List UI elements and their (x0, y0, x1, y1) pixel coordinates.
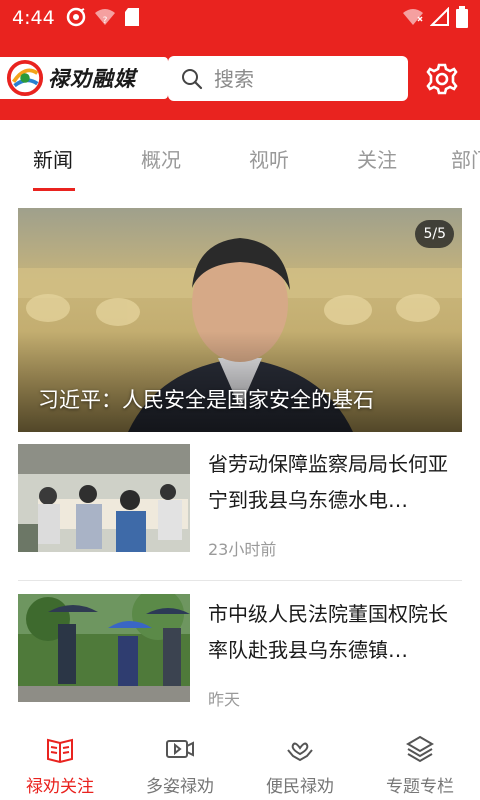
news-time: 23小时前 (208, 540, 277, 559)
active-tab-indicator (33, 188, 75, 191)
nav-item-convenience-luquan[interactable]: 便民禄劝 (240, 724, 360, 800)
bottom-navigation: 禄劝关注 多姿禄劝 便民禄劝 专题专栏 (0, 724, 480, 800)
nav-label: 专题专栏 (386, 777, 454, 797)
nav-item-luquan-focus[interactable]: 禄劝关注 (0, 724, 120, 800)
heart-hands-icon (287, 742, 313, 762)
tab-departments[interactable]: 部门 (451, 144, 480, 173)
search-icon (182, 68, 203, 89)
video-icon (166, 740, 194, 758)
gear-icon[interactable] (425, 62, 459, 96)
tab-overview[interactable]: 概况 (141, 144, 181, 173)
news-time: 昨天 (208, 690, 241, 709)
news-list-item[interactable]: 市中级人民法院董国权院长率队赴我县乌东德镇… 昨天 (18, 594, 462, 709)
nav-item-diverse-luquan[interactable]: 多姿禄劝 (120, 724, 240, 800)
tab-follow[interactable]: 关注 (357, 144, 397, 173)
search-box[interactable] (168, 56, 408, 101)
sd-card-icon (125, 8, 139, 26)
news-title: 市中级人民法院董国权院长率队赴我县乌东德镇… (208, 602, 448, 662)
carousel-counter: 5/5 (415, 220, 454, 248)
sync-icon (66, 7, 86, 27)
app-header: 禄劝融媒 (0, 36, 480, 120)
nav-item-special-topics[interactable]: 专题专栏 (360, 724, 480, 800)
logo-mark-icon (6, 59, 44, 97)
wifi-signal-icon (403, 9, 423, 25)
tab-audiovisual[interactable]: 视听 (249, 144, 289, 173)
nav-label: 多姿禄劝 (146, 777, 214, 797)
hero-carousel[interactable]: 5/5 习近平：人民安全是国家安全的基石 (18, 208, 462, 432)
logo-text: 禄劝融媒 (48, 66, 136, 91)
divider (18, 580, 462, 581)
category-tabs: 新闻 概况 视听 关注 部门 (0, 120, 480, 192)
battery-icon (456, 6, 468, 28)
cell-signal-icon (430, 7, 449, 26)
status-bar: 4:44 ? (0, 0, 480, 36)
tab-news[interactable]: 新闻 (33, 144, 73, 173)
status-time: 4:44 (12, 7, 55, 29)
news-thumbnail (18, 594, 190, 702)
wifi-question-icon: ? (95, 9, 115, 26)
search-input[interactable] (214, 66, 394, 91)
hero-caption[interactable]: 习近平：人民安全是国家安全的基石 (38, 384, 374, 414)
nav-label: 便民禄劝 (266, 777, 334, 797)
news-title: 省劳动保障监察局局长何亚宁到我县乌东德水电… (208, 452, 448, 512)
book-icon (47, 738, 73, 764)
news-thumbnail (18, 444, 190, 552)
nav-label: 禄劝关注 (26, 777, 94, 797)
svg-text:?: ? (103, 16, 108, 26)
app-logo: 禄劝融媒 (0, 57, 168, 99)
layers-icon (406, 735, 434, 763)
news-list-item[interactable]: 省劳动保障监察局局长何亚宁到我县乌东德水电… 23小时前 (18, 444, 462, 559)
